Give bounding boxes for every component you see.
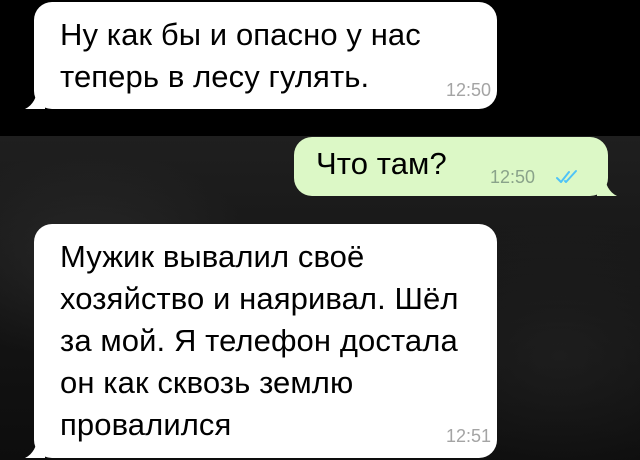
- message-timestamp: 12:50: [490, 167, 536, 187]
- bubble-tail: [597, 176, 617, 196]
- message-text: Мужик вывалил своё хозяйство и наяривал.…: [60, 239, 459, 442]
- bubble-tail: [25, 89, 45, 109]
- double-check-icon: [556, 170, 577, 183]
- message-bubble-outgoing[interactable]: Что там? 12:50: [294, 137, 617, 196]
- message-text: Что там?: [316, 146, 447, 181]
- message-bubble-incoming[interactable]: Ну как бы и опасно у нас теперь в лесу г…: [25, 2, 497, 109]
- message-timestamp: 12:50: [446, 80, 492, 100]
- message-bubble-incoming[interactable]: Мужик вывалил своё хозяйство и наяривал.…: [25, 224, 497, 458]
- message-timestamp: 12:51: [446, 426, 492, 446]
- bubble-tail: [25, 438, 45, 458]
- message-text: Ну как бы и опасно у нас теперь в лесу г…: [60, 17, 421, 94]
